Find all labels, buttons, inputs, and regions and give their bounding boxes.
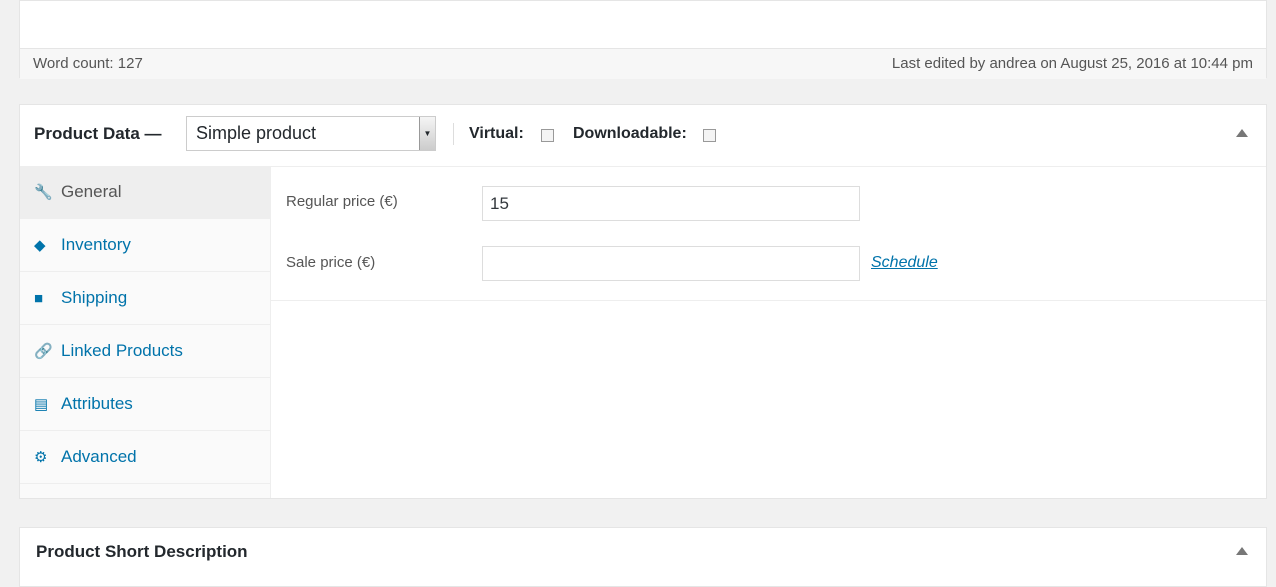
tab-label: General — [61, 182, 122, 201]
product-type-select[interactable]: Simple product ▼ — [186, 116, 436, 151]
divider — [453, 123, 454, 145]
truck-icon: ■ — [34, 289, 44, 307]
tab-inventory[interactable]: ◆ Inventory — [20, 219, 270, 272]
general-panel: Regular price (€) 15 Sale price (€) Sche… — [271, 166, 1266, 301]
short-description-box: Product Short Description — [19, 527, 1267, 587]
tab-advanced[interactable]: ⚙ Advanced — [20, 431, 270, 484]
tab-label: Shipping — [61, 288, 128, 307]
tab-label: Inventory — [61, 235, 131, 254]
word-count: Word count: 127 — [33, 55, 143, 72]
product-data-title: Product Data — — [34, 124, 162, 143]
product-data-header: Product Data — Simple product ▼ Virtual: … — [20, 105, 1266, 167]
link-icon: 🔗 — [34, 343, 53, 360]
tag-icon: ◆ — [34, 237, 46, 254]
wrench-icon: 🔧 — [34, 184, 53, 201]
virtual-checkbox[interactable] — [541, 129, 554, 142]
sale-price-label: Sale price (€) — [286, 254, 376, 271]
product-data-box: Product Data — Simple product ▼ Virtual: … — [19, 104, 1267, 499]
downloadable-checkbox[interactable] — [703, 129, 716, 142]
tab-label: Attributes — [61, 394, 133, 413]
schedule-link[interactable]: Schedule — [871, 254, 938, 272]
tab-shipping[interactable]: ■ Shipping — [20, 272, 270, 325]
downloadable-label: Downloadable: — [573, 125, 687, 142]
editor-box: Word count: 127 Last edited by andrea on… — [19, 0, 1267, 79]
product-data-tabs: 🔧 General ◆ Inventory ■ Shipping 🔗 Linked Produ… — [20, 166, 271, 498]
virtual-label: Virtual: — [469, 125, 524, 142]
tab-linked-products[interactable]: 🔗 Linked Products — [20, 325, 270, 378]
short-description-title: Product Short Description — [36, 542, 248, 561]
sale-price-input[interactable] — [482, 246, 860, 281]
collapse-toggle-icon[interactable] — [1236, 547, 1248, 555]
gear-icon: ⚙ — [34, 449, 48, 466]
chevron-down-icon: ▼ — [419, 117, 435, 150]
regular-price-label: Regular price (€) — [286, 193, 398, 210]
tab-attributes[interactable]: ▤ Attributes — [20, 378, 270, 431]
product-type-value: Simple product — [196, 123, 317, 143]
tab-general[interactable]: 🔧 General — [20, 166, 270, 219]
last-edited: Last edited by andrea on August 25, 2016… — [891, 55, 1253, 72]
regular-price-input[interactable]: 15 — [482, 186, 860, 221]
editor-status-bar: Word count: 127 Last edited by andrea on… — [20, 48, 1266, 79]
tab-label: Advanced — [61, 447, 137, 466]
list-icon: ▤ — [34, 396, 49, 413]
tab-label: Linked Products — [61, 341, 183, 360]
collapse-toggle-icon[interactable] — [1236, 129, 1248, 137]
